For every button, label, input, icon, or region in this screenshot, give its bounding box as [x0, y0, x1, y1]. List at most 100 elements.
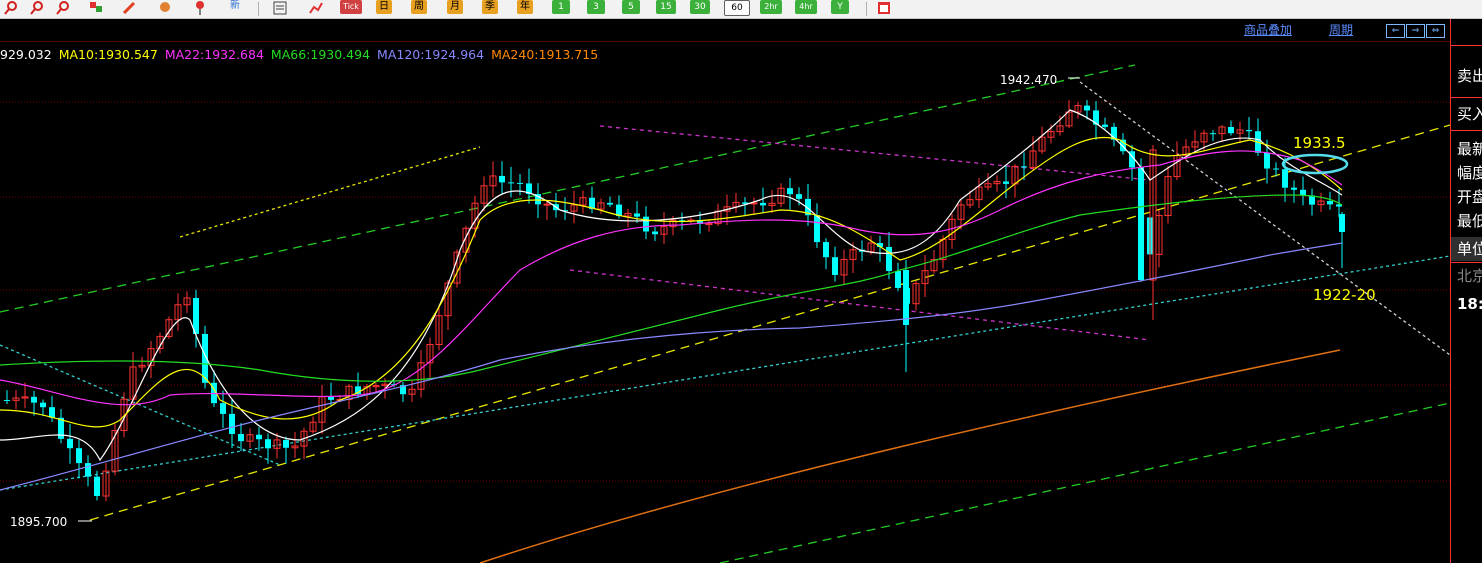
candle-down	[1246, 129, 1252, 132]
candle-down	[328, 396, 334, 400]
candle-down	[1327, 201, 1333, 205]
resistance-annotation: 1933.5	[1293, 134, 1346, 152]
candle-down	[1264, 152, 1270, 169]
side-divider	[1451, 262, 1482, 263]
candle-down	[265, 439, 271, 449]
candle-down	[1084, 105, 1090, 111]
support-annotation: 1922-20	[1313, 286, 1376, 304]
channel-lower-line	[719, 402, 1450, 563]
candle-down	[1291, 187, 1297, 190]
hand-icon[interactable]	[157, 0, 173, 16]
sell-label[interactable]: 卖出	[1457, 67, 1482, 85]
candle-down	[220, 403, 226, 414]
candle-down	[1273, 168, 1279, 170]
candle-down	[238, 433, 244, 442]
candle-down	[832, 257, 838, 275]
period-y-button[interactable]: Y	[831, 0, 849, 14]
zoom-in-icon[interactable]	[3, 0, 19, 16]
candle-down	[4, 400, 10, 401]
candle-down	[67, 438, 73, 449]
toolbar: 新 Tick 日 周 月 季 年 1 3 5 15 30 60 2hr 4hr …	[0, 0, 1482, 19]
period-60-button[interactable]: 60	[724, 0, 750, 16]
period-1-button[interactable]: 1	[552, 0, 570, 14]
ma5-value: 929.032	[0, 47, 52, 62]
period-4hr-button[interactable]: 4hr	[795, 0, 817, 14]
candle-down	[229, 413, 235, 434]
unit-label: 单位	[1457, 240, 1482, 258]
side-divider	[1451, 130, 1482, 131]
price-chart[interactable]: 1942.470 1895.700 1933.5 1922-20	[0, 0, 1450, 563]
candle-down	[823, 242, 829, 258]
candle-down	[652, 231, 658, 235]
candle-down	[634, 213, 640, 217]
candle-down	[1300, 189, 1306, 196]
moving-average-legend: 929.032 MA10:1930.547 MA22:1932.684 MA66:19…	[0, 47, 605, 63]
candle-down	[1339, 214, 1345, 232]
candle-down	[1021, 166, 1027, 168]
candle-down	[1138, 172, 1144, 280]
amplitude-label: 幅度	[1457, 164, 1482, 182]
resistance-band-lower	[569, 269, 1151, 341]
candle-down	[796, 194, 802, 199]
draw-pencil-icon[interactable]	[121, 0, 137, 16]
tick-button[interactable]: Tick	[340, 0, 362, 14]
buy-label[interactable]: 买入	[1457, 105, 1482, 123]
chart-nav: ⇐ ⇒ ⇔	[1386, 24, 1446, 38]
side-divider	[1451, 97, 1482, 98]
candle-up	[543, 203, 551, 206]
candle-down	[40, 402, 46, 408]
candle-down	[76, 448, 82, 464]
candle-down	[1120, 139, 1126, 152]
pin-icon[interactable]	[192, 0, 208, 16]
decline-line	[1079, 81, 1450, 356]
week-button[interactable]: 周	[411, 0, 427, 14]
candle-down	[1282, 169, 1288, 188]
scroll-left-button[interactable]: ⇐	[1386, 24, 1405, 38]
chart-header: 商品叠加 周期	[0, 19, 1450, 41]
day-button[interactable]: 日	[376, 0, 392, 14]
zoom-out-icon[interactable]	[29, 0, 45, 16]
period-30-button[interactable]: 30	[690, 0, 710, 14]
period-3-button[interactable]: 3	[587, 0, 605, 14]
chart-icon[interactable]	[308, 0, 324, 16]
candle-down	[256, 434, 262, 440]
search-icon[interactable]	[55, 0, 71, 16]
new-button[interactable]: 新	[226, 0, 244, 13]
candle-up	[705, 223, 713, 226]
expand-button[interactable]: ⇔	[1426, 24, 1445, 38]
latest-label: 最新	[1457, 140, 1482, 158]
toolbar-divider	[866, 2, 867, 16]
period-15-button[interactable]: 15	[656, 0, 676, 14]
ma22-value: MA22:1932.684	[164, 47, 264, 62]
candle-down	[94, 476, 100, 497]
candle-down	[1102, 124, 1108, 127]
period-5-button[interactable]: 5	[622, 0, 640, 14]
product-overlay-link[interactable]: 商品叠加	[1244, 23, 1292, 37]
year-button[interactable]: 年	[517, 0, 533, 14]
candle-down	[31, 396, 37, 403]
period-link[interactable]: 周期	[1329, 23, 1353, 37]
quarter-button[interactable]: 季	[482, 0, 498, 14]
list-icon[interactable]	[272, 0, 288, 16]
beijing-label: 北京	[1457, 267, 1482, 285]
candle-down	[508, 182, 514, 184]
period-2hr-button[interactable]: 2hr	[760, 0, 782, 14]
low-price-label: 1895.700	[10, 515, 67, 529]
color-blocks-icon[interactable]	[88, 0, 104, 16]
candle-down	[1003, 181, 1009, 184]
candle-down	[643, 216, 649, 232]
side-divider	[1451, 45, 1482, 46]
open-label: 开盘	[1457, 188, 1482, 206]
candle-down	[85, 463, 91, 477]
candle-down	[760, 202, 766, 206]
scroll-right-button[interactable]: ⇒	[1406, 24, 1425, 38]
ma66-value: MA66:1930.494	[270, 47, 371, 62]
ma240-line	[479, 349, 1341, 563]
month-button[interactable]: 月	[447, 0, 463, 14]
calendar-icon[interactable]	[876, 0, 892, 16]
toolbar-divider	[258, 2, 259, 16]
candle-down	[283, 439, 289, 448]
ma240-value: MA240:1913.715	[491, 47, 599, 62]
candle-down	[814, 215, 820, 243]
high-price-label: 1942.470	[1000, 73, 1057, 87]
